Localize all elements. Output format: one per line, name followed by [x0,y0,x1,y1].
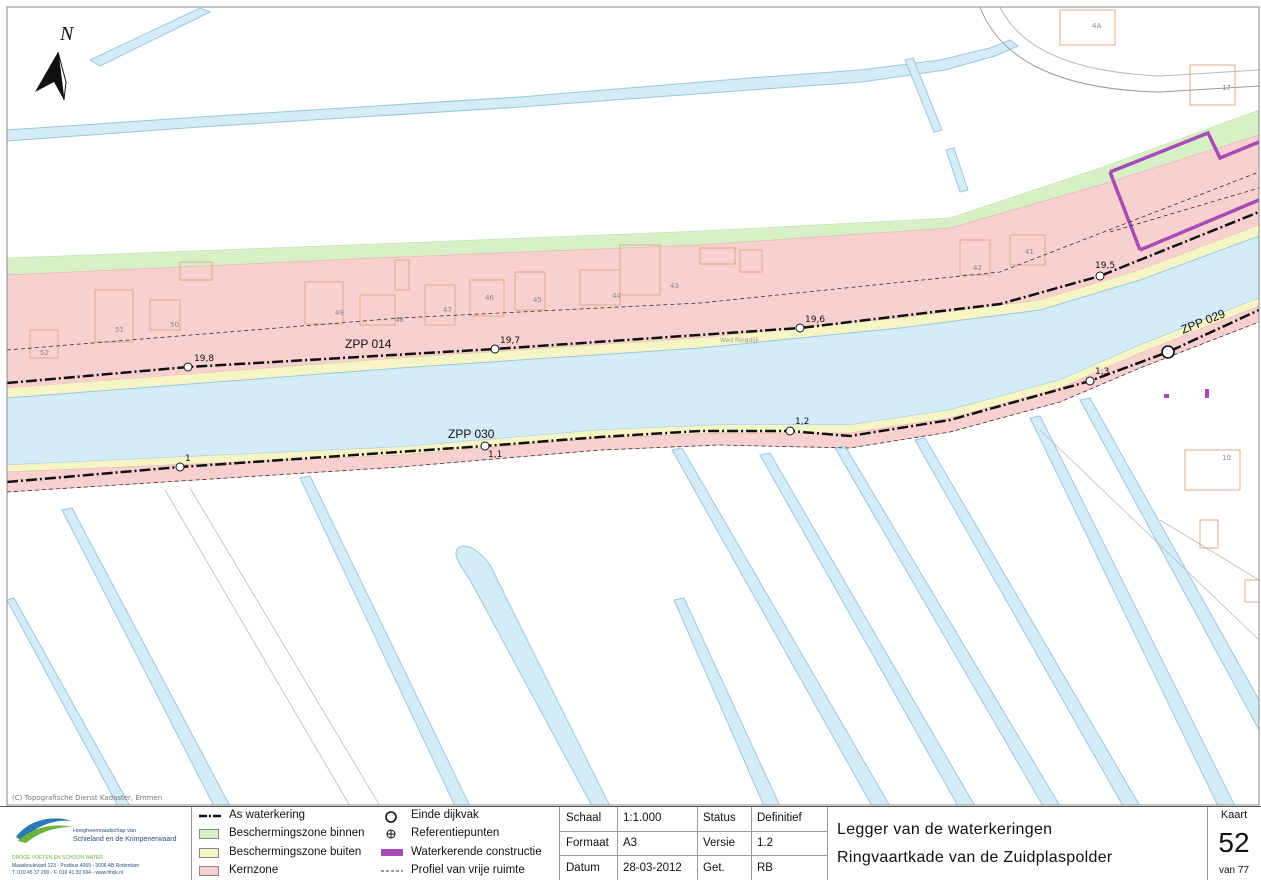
road-name-label: Wed Ringdijk [720,337,760,344]
legend-bar: Hoogheemraadschap van Schieland en de Kr… [0,806,1261,880]
reference-point-label: 19,6 [805,315,825,325]
reference-point-label: 19,5 [1095,261,1115,271]
org-contact: T. 010 45 37 200 - F. 010 41 30 694 - ww… [12,870,124,876]
inner-zone-swatch [199,829,219,839]
core-zone-swatch [199,866,219,876]
house-number: 41 [1025,248,1034,256]
format-value: A3 [623,837,638,849]
org-slogan: DROGE VOETEN EN SCHOON WATER [12,855,103,861]
scale-label: Schaal [566,812,602,824]
version-value: 1.2 [757,837,773,849]
drawn-by-value: RB [757,862,773,874]
scale-value: 1:1.000 [623,812,662,824]
org-address: Maasboulevard 123 - Postbus 4059 - 3006 … [12,863,140,869]
reference-point-label: 19,8 [194,354,214,364]
legend-label: Waterkerende constructie [411,846,542,858]
map-canvas[interactable]: 52 51 50 49 48 47 46 45 44 43 42 41 4A 1… [0,0,1261,806]
org-block: Hoogheemraadschap van Schieland en de Kr… [8,807,188,880]
reference-point-label: 1,2 [795,417,809,427]
segment-label-zpp014: ZPP 014 [345,337,392,351]
org-name-line1: Hoogheemraadschap van [73,828,136,834]
legend-label: Referentiepunten [411,827,500,839]
legend-label: As waterkering [229,809,306,821]
map-subtitle: Ringvaartkade van de Zuidplaspolder [837,849,1113,866]
construction-mark-a [1164,394,1169,398]
map-title: Legger van de waterkeringen [837,821,1053,838]
reference-point-label: 1,1 [488,450,502,460]
legend-label: Beschermingszone buiten [229,846,362,858]
reference-point-label: 1,3 [1095,367,1109,377]
house-number: 44 [612,292,621,300]
status-value: Definitief [757,812,802,824]
legend-label: Kernzone [229,864,279,876]
date-label: Datum [566,862,600,874]
house-number: 10 [1222,454,1231,462]
house-number: 51 [115,326,124,334]
house-number: 42 [973,264,982,272]
reference-point-label: 19,7 [500,336,520,346]
legend-label: Einde dijkvak [411,809,479,821]
sheet-number: 52 [1218,827,1250,858]
format-label: Formaat [566,837,609,849]
status-label: Status [703,812,736,824]
segment-label-zpp030: ZPP 030 [448,427,495,441]
dashed-line-icon [381,870,403,872]
house-number: 49 [335,309,344,317]
org-logo-icon [16,818,72,843]
house-number: 43 [670,282,679,290]
org-name-line2: Schieland en de Krimpenerwaard [73,836,177,843]
date-value: 28-03-2012 [623,862,682,874]
version-label: Versie [703,837,735,849]
north-label: N [59,23,75,45]
house-number: 48 [395,316,404,324]
construction-mark-b [1205,389,1209,398]
sheet-total: van 77 [1218,865,1250,876]
house-number: 47 [443,306,452,314]
legend-label: Beschermingszone binnen [229,827,365,839]
circle-icon [385,811,397,823]
house-number: 50 [170,321,179,329]
dike-section-end-marker[interactable] [1161,345,1175,359]
outer-zone-swatch [199,848,219,858]
crosshair-icon [386,829,396,839]
sheet-label: Kaart [1220,809,1248,821]
dike-axis-symbol-icon [199,814,221,818]
house-number: 17 [1222,84,1231,92]
copyright-text: (C) Topografische Dienst Kadaster, Emmen [12,794,162,802]
drawn-by-label: Get. [703,862,725,874]
legend-label: Profiel van vrije ruimte [411,864,525,876]
house-number: 45 [533,296,542,304]
house-number: 52 [40,349,49,357]
house-number: 4A [1092,22,1101,30]
house-number: 46 [485,294,494,302]
construction-swatch [381,849,403,856]
reference-point-label: 1 [185,454,191,464]
